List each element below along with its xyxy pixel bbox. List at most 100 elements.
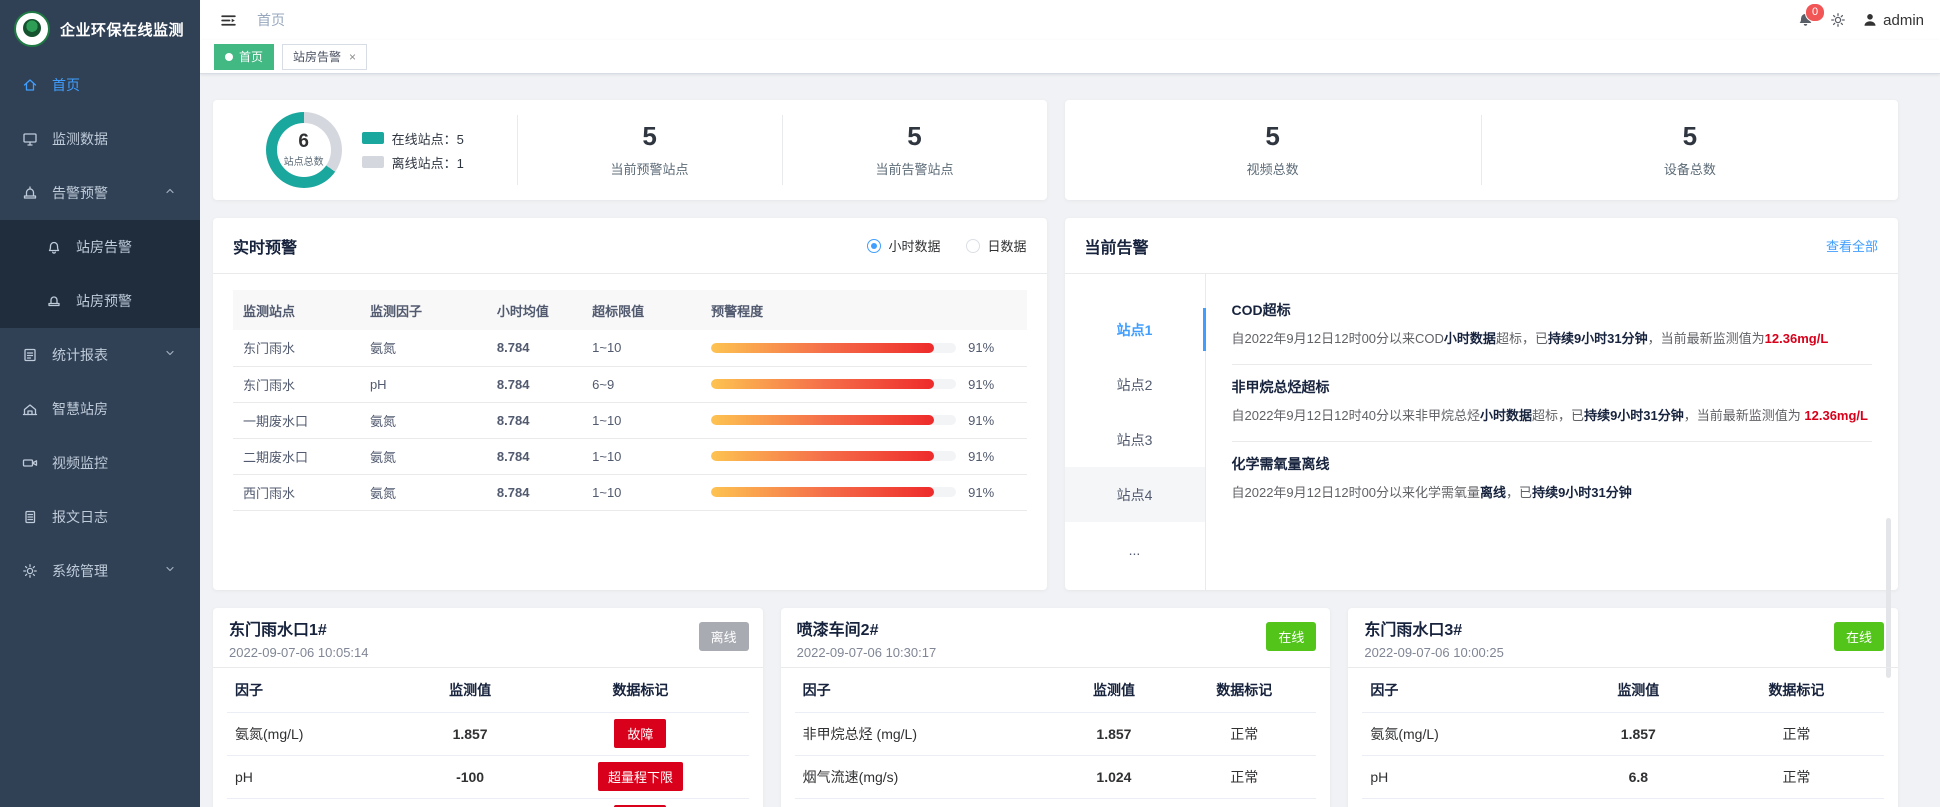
radio-label: 小时数据 bbox=[888, 236, 940, 255]
alarm-body: 站点1站点2站点3站点4... COD超标自2022年9月12日12时00分以来… bbox=[1065, 274, 1899, 590]
station-column-header: 监测值 bbox=[1568, 668, 1709, 712]
station-status-badge: 在线 bbox=[1834, 622, 1884, 651]
sidebar-item-statistics-report[interactable]: 统计报表 bbox=[0, 328, 200, 382]
offline-swatch bbox=[362, 156, 384, 168]
station-factor-row: 氨氮(mg/L)1.857故障 bbox=[227, 712, 749, 755]
stat-alarm-stations: 5当前告警站点 bbox=[782, 115, 1047, 185]
tag-active-dot bbox=[225, 53, 233, 61]
table-header-row: 监测站点监测因子小时均值超标限值预警程度 bbox=[233, 290, 1027, 330]
stat-label: 当前预警站点 bbox=[611, 159, 689, 178]
progress-percent: 91% bbox=[968, 485, 994, 500]
current-alarm-header: 当前告警 查看全部 bbox=[1065, 218, 1899, 274]
user-menu[interactable]: admin bbox=[1862, 12, 1924, 29]
radio-hour-data[interactable]: 小时数据 bbox=[867, 236, 940, 255]
sidebar-item-message-log[interactable]: 报文日志 bbox=[0, 490, 200, 544]
cell-station: 东门雨水 bbox=[233, 330, 360, 366]
alarm-tab-station-2[interactable]: 站点2 bbox=[1065, 357, 1205, 412]
stat-warning-stations: 5当前预警站点 bbox=[517, 115, 782, 185]
sidebar-item-label: 监测数据 bbox=[52, 129, 108, 149]
sidebar-item-label: 首页 bbox=[52, 75, 80, 95]
log-icon bbox=[22, 509, 38, 525]
sidebar: 企业环保在线监测 首页监测数据告警预警站房告警站房预警统计报表智慧站房视频监控报… bbox=[0, 0, 200, 807]
column-header: 小时均值 bbox=[487, 290, 582, 330]
chevron-down-icon bbox=[164, 563, 180, 579]
alarm-text: 自2022年9月12日12时00分以来COD bbox=[1232, 331, 1444, 346]
sidebar-item-home[interactable]: 首页 bbox=[0, 58, 200, 112]
progress-track bbox=[711, 415, 956, 425]
alarm-text: 持续9小时31分钟 bbox=[1584, 408, 1684, 423]
cell-data-mark: 故障 bbox=[532, 712, 748, 755]
cell-factor: 氨氮(mg/L) bbox=[1362, 712, 1567, 755]
table-row: 一期废水口氨氮8.7841~1091% bbox=[233, 402, 1027, 438]
cell-factor: 氨氮 bbox=[360, 402, 487, 438]
sidebar-item-station-alarm[interactable]: 站房告警 bbox=[0, 220, 200, 274]
view-all-link[interactable]: 查看全部 bbox=[1826, 236, 1878, 255]
station-table-header-row: 因子监测值数据标记 bbox=[795, 668, 1317, 712]
sidebar-item-station-warning[interactable]: 站房预警 bbox=[0, 274, 200, 328]
alarm-text: 小时数据 bbox=[1480, 408, 1532, 423]
cell-station: 二期废水口 bbox=[233, 438, 360, 474]
sidebar-item-system-management[interactable]: 系统管理 bbox=[0, 544, 200, 598]
alarm-item-description: 自2022年9月12日12时00分以来COD小时数据超标，已持续9小时31分钟，… bbox=[1232, 328, 1873, 350]
station-factor-row: pH-100超量程下限 bbox=[227, 755, 749, 798]
tag-close-icon[interactable]: × bbox=[349, 50, 356, 64]
cell-limit: 1~10 bbox=[582, 330, 701, 366]
sidebar-item-alarm-warning[interactable]: 告警预警 bbox=[0, 166, 200, 220]
alarm-tab-station-3[interactable]: 站点3 bbox=[1065, 412, 1205, 467]
station-factor-table: 因子监测值数据标记非甲烷总烃 (mg/L)1.857正常烟气流速(mg/s)1.… bbox=[795, 668, 1317, 799]
cell-warning-level: 91% bbox=[701, 366, 1026, 402]
table-row: 西门雨水氨氮8.7841~1091% bbox=[233, 474, 1027, 510]
sidebar-item-smart-station[interactable]: 智慧站房 bbox=[0, 382, 200, 436]
settings-button[interactable] bbox=[1830, 12, 1846, 28]
station-column-header: 数据标记 bbox=[1709, 668, 1884, 712]
sidebar-item-label: 视频监控 bbox=[52, 453, 108, 473]
alarm-text: 离线 bbox=[1480, 485, 1506, 500]
realtime-warning-title: 实时预警 bbox=[233, 234, 297, 258]
sidebar-item-video-monitor[interactable]: 视频监控 bbox=[0, 436, 200, 490]
column-header: 超标限值 bbox=[582, 290, 701, 330]
alarm-text: ，已 bbox=[1506, 485, 1532, 500]
stats-row: 6 站点总数 在线站点：5 离线站点：1 bbox=[213, 100, 1898, 200]
cell-limit: 1~10 bbox=[582, 402, 701, 438]
alarm-item-title: 化学需氧量离线 bbox=[1232, 454, 1873, 474]
alarm-value-red: 12.36mg/L bbox=[1804, 408, 1868, 423]
column-header: 监测因子 bbox=[360, 290, 487, 330]
progress-fill bbox=[711, 415, 934, 425]
tag-station-alarm[interactable]: 站房告警× bbox=[282, 44, 367, 70]
sidebar-item-label: 统计报表 bbox=[52, 345, 108, 365]
station-column-header: 数据标记 bbox=[1172, 668, 1316, 712]
warning-bar: 91% bbox=[711, 340, 1016, 355]
station-card-header: 喷漆车间2#2022-09-07-06 10:30:17在线 bbox=[781, 608, 1331, 668]
sidebar-item-monitor-data[interactable]: 监测数据 bbox=[0, 112, 200, 166]
alarm-text: 持续9小时31分钟 bbox=[1548, 331, 1648, 346]
stat-label: 设备总数 bbox=[1664, 159, 1716, 178]
data-mark-badge: 超量程下限 bbox=[598, 762, 683, 791]
station-factor-table: 因子监测值数据标记氨氮(mg/L)1.857故障pH-100超量程下限 bbox=[227, 668, 749, 807]
notifications-button[interactable]: 0 bbox=[1797, 12, 1814, 29]
home-icon bbox=[22, 77, 38, 93]
chevron-down-icon bbox=[164, 347, 180, 363]
warning-bar: 91% bbox=[711, 485, 1016, 500]
data-mark-text: 正常 bbox=[1782, 726, 1810, 742]
current-alarm-panel: 当前告警 查看全部 站点1站点2站点3站点4... COD超标自2022年9月1… bbox=[1065, 218, 1899, 590]
cell-station: 东门雨水 bbox=[233, 366, 360, 402]
alarm-text: 小时数据 bbox=[1444, 331, 1496, 346]
report-icon bbox=[22, 347, 38, 363]
cell-station: 一期废水口 bbox=[233, 402, 360, 438]
progress-fill bbox=[711, 451, 934, 461]
station-status-badge: 离线 bbox=[699, 622, 749, 651]
tag-home[interactable]: 首页 bbox=[214, 44, 274, 70]
progress-fill bbox=[711, 487, 934, 497]
radio-day-data[interactable]: 日数据 bbox=[966, 236, 1026, 255]
cell-data-mark: 正常 bbox=[1172, 755, 1316, 798]
alarm-tab-station-1[interactable]: 站点1 bbox=[1065, 302, 1205, 357]
alarm-text: 自2022年9月12日12时40分以来非甲烷总烃 bbox=[1232, 408, 1481, 423]
sidebar-collapse-icon[interactable] bbox=[216, 8, 241, 33]
alarm-tab-station-4[interactable]: 站点4 bbox=[1065, 467, 1205, 522]
alarm-tab-more[interactable]: ... bbox=[1065, 522, 1205, 577]
station-timestamp: 2022-09-07-06 10:30:17 bbox=[797, 645, 1315, 660]
radio-label: 日数据 bbox=[987, 236, 1026, 255]
app-title: 企业环保在线监测 bbox=[60, 19, 184, 40]
alarm-text: 超标，已 bbox=[1532, 408, 1584, 423]
cell-warning-level: 91% bbox=[701, 330, 1026, 366]
